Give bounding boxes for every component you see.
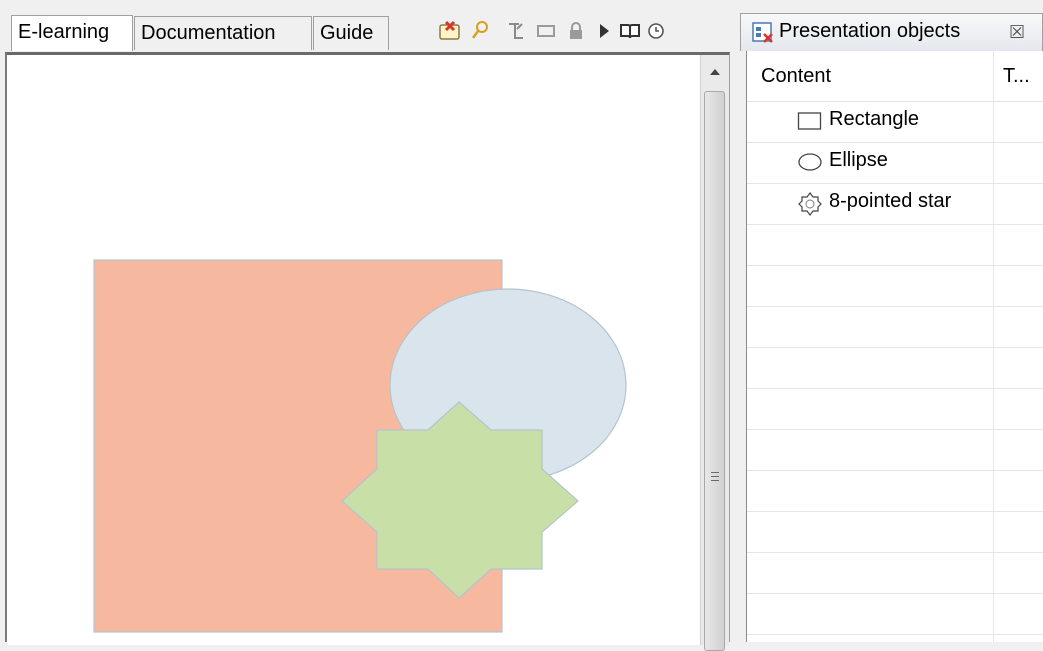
grip-icon bbox=[711, 472, 719, 482]
editor-panel: E-learning Documentation Guide bbox=[0, 0, 735, 651]
scroll-up-arrow-icon[interactable] bbox=[701, 55, 729, 89]
book-icon[interactable] bbox=[616, 16, 644, 46]
tab-guide[interactable]: Guide bbox=[313, 16, 389, 50]
editor-frame bbox=[5, 52, 730, 651]
list-item-label: Ellipse bbox=[829, 149, 888, 171]
panel-header[interactable]: Presentation objects ☒ bbox=[740, 13, 1043, 51]
export-icon[interactable] bbox=[502, 16, 530, 46]
lock-icon[interactable] bbox=[562, 16, 590, 46]
slide-canvas[interactable] bbox=[7, 55, 701, 645]
table-row[interactable]: 8-pointed star bbox=[747, 184, 1043, 225]
table-row[interactable]: Ellipse bbox=[747, 143, 1043, 184]
list-item-label: 8-pointed star bbox=[829, 190, 952, 212]
presentation-objects-icon bbox=[751, 21, 775, 51]
delete-object-icon[interactable] bbox=[436, 16, 464, 46]
table-header: Content T... bbox=[747, 51, 1043, 102]
table-row-empty bbox=[747, 553, 1043, 594]
column-header-type[interactable]: T... bbox=[1003, 51, 1030, 101]
canvas-8-pointed-star[interactable] bbox=[341, 401, 579, 599]
table-row-empty bbox=[747, 512, 1043, 553]
vertical-scrollbar[interactable] bbox=[700, 55, 729, 651]
tab-bar: E-learning Documentation Guide bbox=[0, 0, 735, 52]
table-row-empty bbox=[747, 348, 1043, 389]
table-row-empty bbox=[747, 225, 1043, 266]
column-header-content[interactable]: Content bbox=[761, 51, 831, 101]
table-row[interactable]: Rectangle bbox=[747, 102, 1043, 143]
play-icon[interactable] bbox=[590, 16, 618, 46]
rectangle-tool-icon[interactable] bbox=[532, 16, 560, 46]
presentation-objects-panel: Presentation objects ☒ Content T... Rect… bbox=[738, 0, 1043, 642]
table-row-empty bbox=[747, 430, 1043, 471]
scrollbar-thumb[interactable] bbox=[704, 91, 725, 651]
objects-table: Content T... Rectangle Ellipse 8-pointed bbox=[746, 51, 1043, 642]
tab-documentation[interactable]: Documentation bbox=[134, 16, 312, 50]
table-row-empty bbox=[747, 307, 1043, 348]
clock-icon[interactable] bbox=[642, 16, 670, 46]
close-icon[interactable]: ☒ bbox=[1009, 22, 1025, 43]
zoom-icon[interactable] bbox=[466, 16, 494, 46]
table-row-empty bbox=[747, 266, 1043, 307]
list-item-label: Rectangle bbox=[829, 108, 920, 130]
ellipse-icon bbox=[797, 151, 823, 173]
table-row-empty bbox=[747, 471, 1043, 512]
tab-e-learning[interactable]: E-learning bbox=[11, 15, 133, 51]
panel-title: Presentation objects bbox=[779, 20, 961, 42]
table-row-empty bbox=[747, 389, 1043, 430]
table-row-empty bbox=[747, 594, 1043, 635]
rectangle-icon bbox=[797, 110, 823, 132]
eight-pointed-star-icon bbox=[797, 192, 823, 216]
